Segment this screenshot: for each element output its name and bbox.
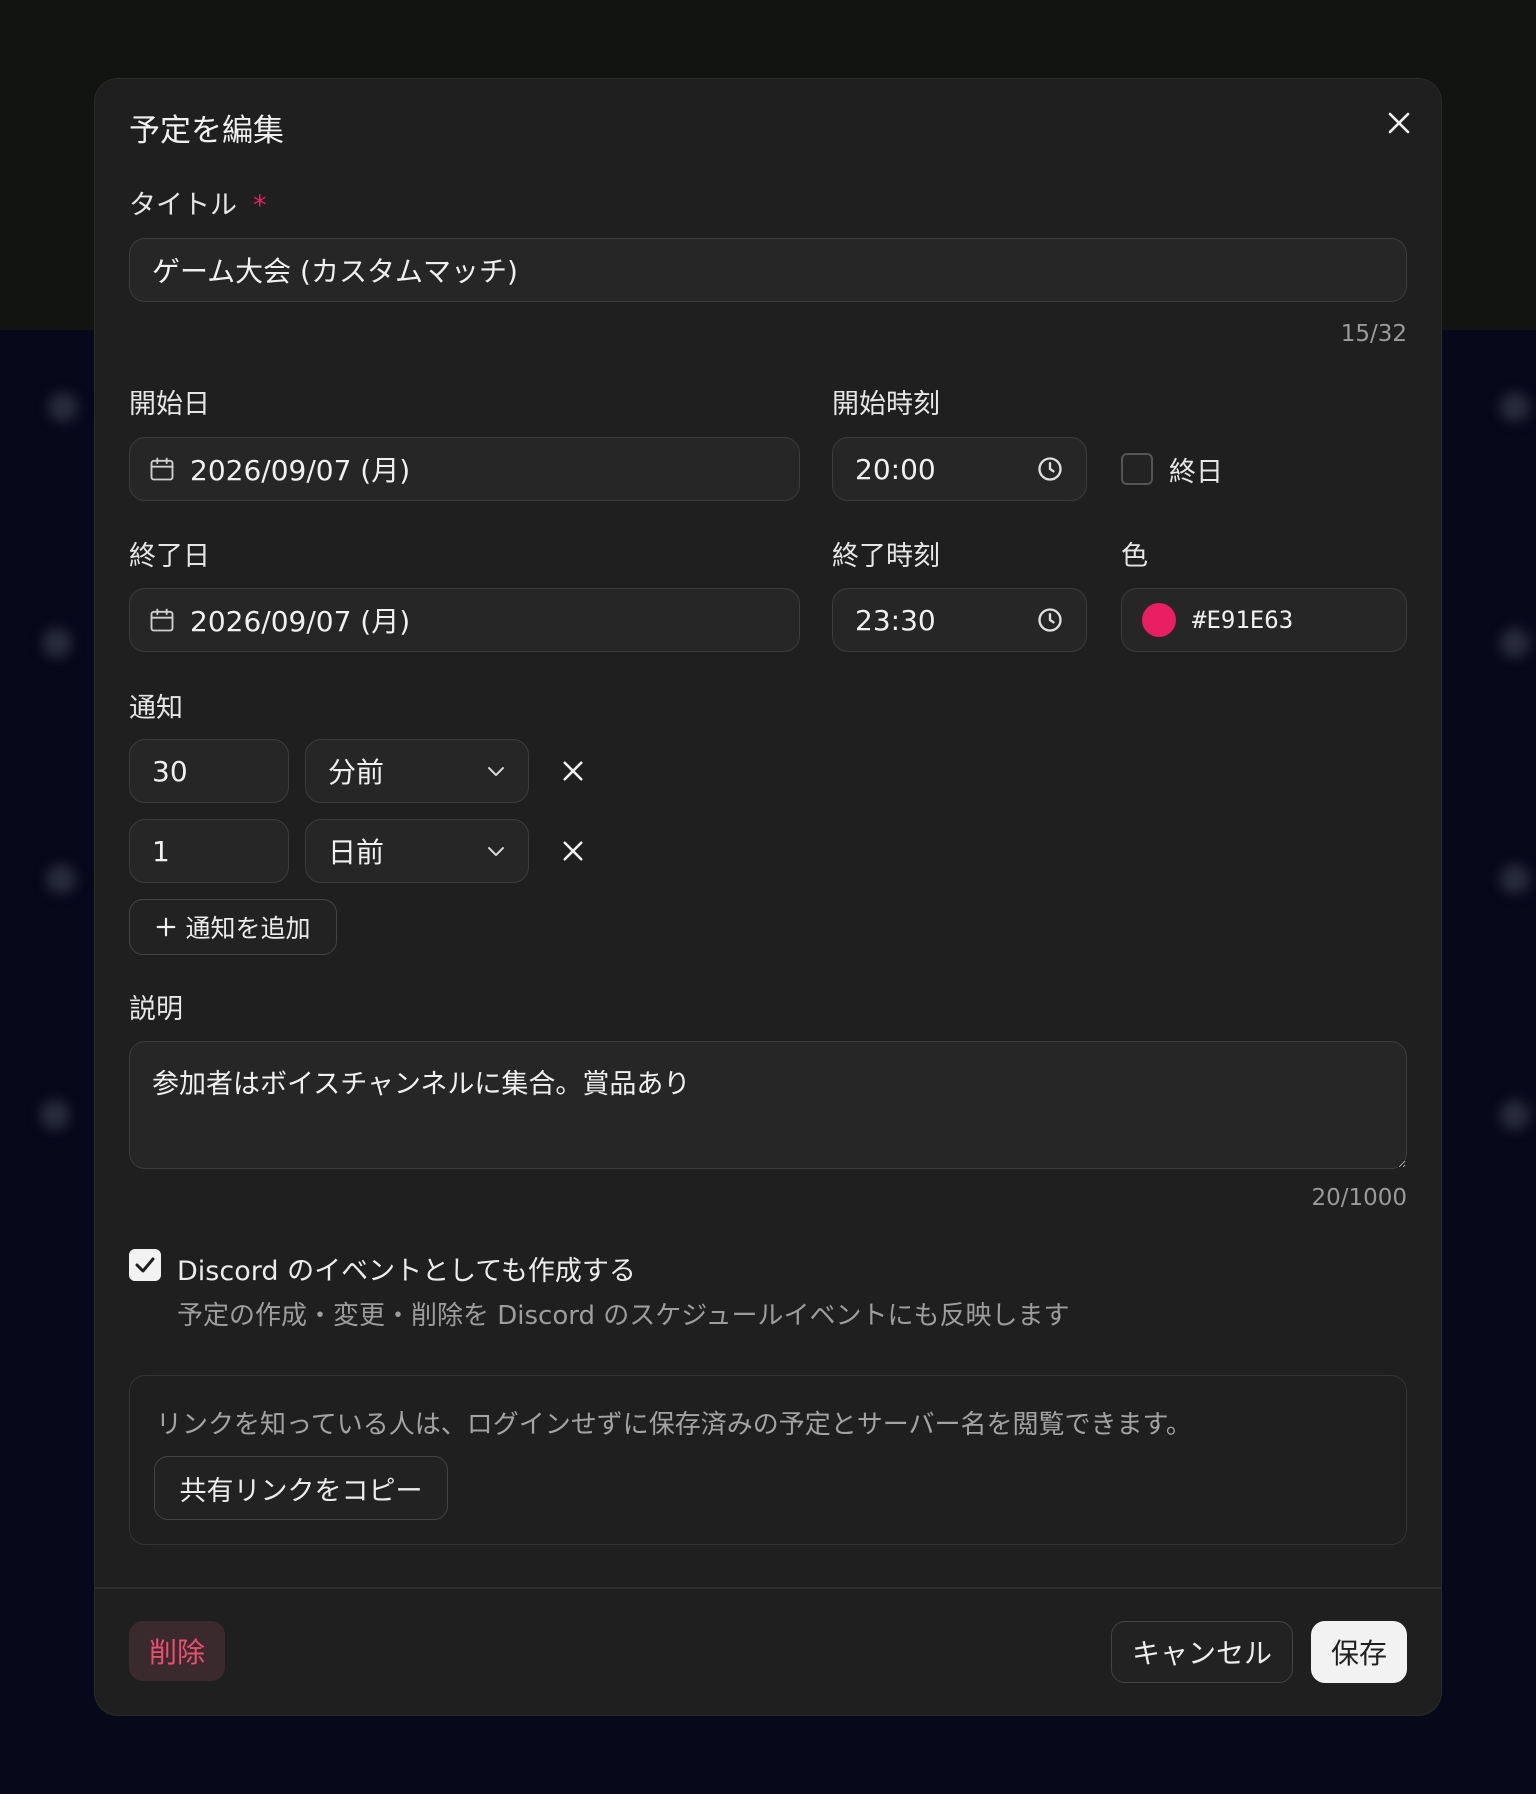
chevron-down-icon: [488, 767, 504, 776]
start-date-value: 2026/09/07 (月): [190, 454, 411, 487]
color-swatch: [1142, 603, 1176, 637]
title-label-text: タイトル: [129, 190, 237, 221]
dialog-title: 予定を編集: [129, 113, 284, 149]
description-textarea[interactable]: [129, 1041, 1407, 1169]
copy-share-link-label: 共有リンクをコピー: [179, 1475, 423, 1507]
calendar-icon: [150, 457, 174, 481]
notification-amount-input[interactable]: 1: [129, 819, 289, 883]
end-time-picker[interactable]: 23:30: [832, 588, 1087, 652]
notifications-label: 通知: [129, 693, 183, 724]
title-counter: 15/32: [1340, 321, 1407, 347]
background-decoration: [48, 392, 78, 422]
remove-notification-button[interactable]: [553, 751, 593, 791]
background-decoration: [46, 864, 76, 894]
start-time-picker[interactable]: 20:00: [832, 437, 1087, 501]
title-input[interactable]: ゲーム大会 (カスタムマッチ): [129, 238, 1407, 302]
plus-icon: [157, 917, 176, 937]
notification-unit-value: 日前: [328, 836, 385, 869]
end-time-label: 終了時刻: [832, 541, 940, 572]
share-note: リンクを知っている人は、ログインせずに保存済みの予定とサーバー名を閲覧できます。: [156, 1410, 1192, 1440]
description-label: 説明: [129, 994, 183, 1025]
title-input-value: ゲーム大会 (カスタムマッチ): [152, 255, 518, 288]
start-time-value: 20:00: [855, 452, 936, 486]
end-date-value: 2026/09/07 (月): [190, 605, 411, 638]
discord-event-label: Discord のイベントとしても作成する: [177, 1256, 636, 1287]
discord-event-checkbox[interactable]: [129, 1249, 161, 1281]
copy-share-link-button[interactable]: 共有リンクをコピー: [154, 1456, 448, 1520]
footer-divider: [95, 1587, 1441, 1589]
background-decoration: [1500, 628, 1530, 658]
delete-label: 削除: [148, 1636, 205, 1669]
required-mark: *: [253, 190, 267, 221]
description-counter: 20/1000: [1311, 1185, 1407, 1211]
close-icon: [563, 761, 583, 781]
clock-icon: [1038, 457, 1062, 481]
notification-amount-value: 1: [152, 834, 170, 868]
discord-event-helper: 予定の作成・変更・削除を Discord のスケジュールイベントにも反映します: [177, 1301, 1070, 1331]
close-icon: [563, 841, 583, 861]
notification-amount-input[interactable]: 30: [129, 739, 289, 803]
color-hex-value: #E91E63: [1192, 606, 1294, 634]
background-decoration: [40, 1100, 70, 1130]
notification-unit-select[interactable]: 分前: [305, 739, 529, 803]
all-day-label: 終日: [1169, 457, 1223, 488]
close-button[interactable]: [1377, 101, 1421, 145]
save-label: 保存: [1330, 1637, 1387, 1670]
close-icon: [1388, 112, 1410, 134]
end-date-picker[interactable]: 2026/09/07 (月): [129, 588, 800, 652]
checkmark-icon: [135, 1257, 155, 1273]
background-decoration: [1500, 1100, 1530, 1130]
all-day-checkbox[interactable]: [1121, 453, 1153, 485]
end-date-label: 終了日: [129, 541, 210, 572]
notification-unit-value: 分前: [328, 756, 385, 789]
notification-unit-select[interactable]: 日前: [305, 819, 529, 883]
color-label: 色: [1121, 541, 1148, 572]
notification-amount-value: 30: [152, 754, 188, 788]
background-decoration: [1500, 864, 1530, 894]
cancel-label: キャンセル: [1131, 1637, 1272, 1670]
edit-event-dialog: 予定を編集 タイトル * ゲーム大会 (カスタムマッチ) 15/32 開始日 開始…: [94, 78, 1442, 1716]
start-date-picker[interactable]: 2026/09/07 (月): [129, 437, 800, 501]
background-decoration: [1500, 392, 1530, 422]
title-label: タイトル *: [129, 183, 267, 222]
remove-notification-button[interactable]: [553, 831, 593, 871]
add-notification-button[interactable]: 通知を追加: [129, 899, 337, 955]
calendar-icon: [150, 608, 174, 632]
delete-button[interactable]: 削除: [129, 1621, 225, 1681]
chevron-down-icon: [488, 847, 504, 856]
background-decoration: [42, 628, 72, 658]
cancel-button[interactable]: キャンセル: [1111, 1621, 1293, 1683]
start-date-label: 開始日: [129, 389, 210, 420]
end-time-value: 23:30: [855, 603, 936, 637]
color-picker[interactable]: #E91E63: [1121, 588, 1407, 652]
clock-icon: [1038, 608, 1062, 632]
add-notification-label: 通知を追加: [185, 914, 311, 943]
save-button[interactable]: 保存: [1311, 1621, 1407, 1683]
start-time-label: 開始時刻: [832, 389, 940, 420]
share-link-section: リンクを知っている人は、ログインせずに保存済みの予定とサーバー名を閲覧できます。…: [129, 1375, 1407, 1545]
